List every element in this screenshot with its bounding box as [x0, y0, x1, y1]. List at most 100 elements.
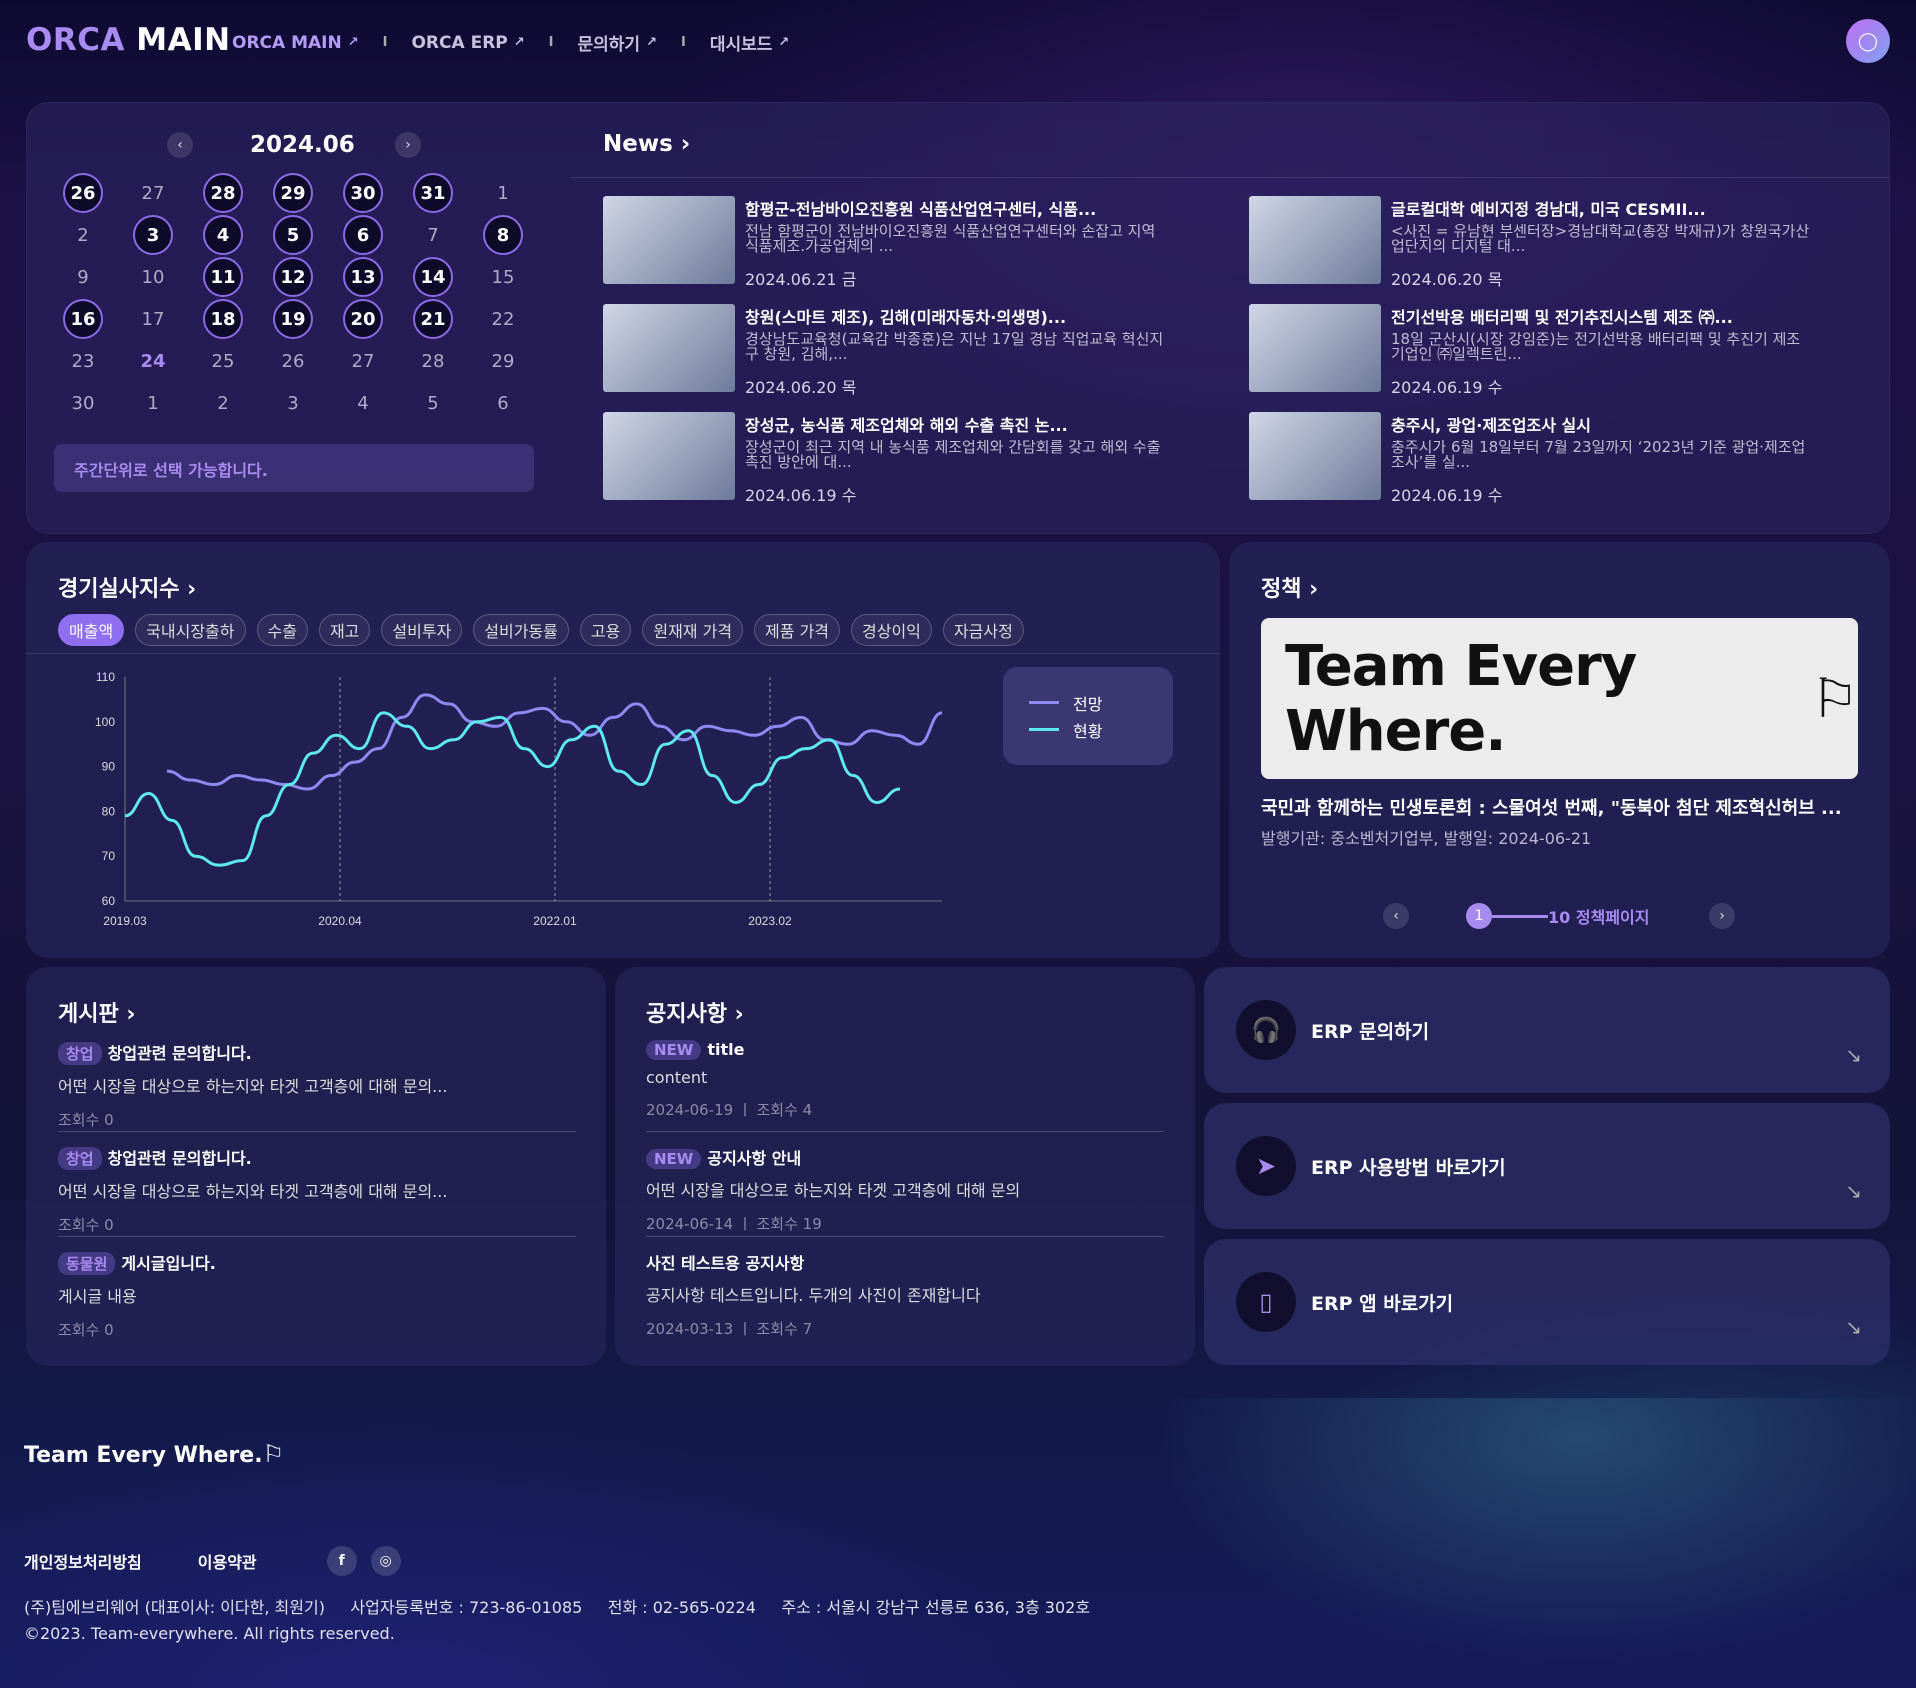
calendar-day[interactable]: 9 [48, 256, 118, 298]
calendar-day[interactable]: 2 [188, 382, 258, 424]
headphones-icon: 🎧 [1236, 1000, 1296, 1060]
calendar-day[interactable]: 22 [468, 298, 538, 340]
notice-post[interactable]: 사진 테스트용 공지사항 공지사항 테스트입니다. 두개의 사진이 존재합니다 20… [646, 1250, 1166, 1339]
policy-title[interactable]: 정책 › [1261, 571, 1318, 603]
calendar-day[interactable]: 5 [398, 382, 468, 424]
nav-separator: I [548, 35, 554, 50]
facebook-icon[interactable]: f [326, 1546, 357, 1576]
calendar-day[interactable]: 28 [188, 172, 258, 214]
economy-tab[interactable]: 제품 가격 [754, 614, 841, 646]
news-item[interactable]: 장성군, 농식품 제조업체와 해외 수출 촉진 논... 장성군이 최근 지역 내… [603, 412, 1163, 506]
notice-title[interactable]: 공지사항 › [646, 996, 744, 1028]
board-post[interactable]: 창업 창업관련 문의합니다. 어떤 시장을 대상으로 하는지와 타겟 고객층에 대해… [58, 1145, 578, 1235]
calendar-day[interactable]: 27 [118, 172, 188, 214]
calendar-prev-button[interactable]: ‹ [167, 132, 193, 158]
policy-image[interactable]: Team Every Where. ⚐ [1261, 618, 1859, 779]
news-item[interactable]: 충주시, 광업·제조업조사 실시 충주시가 6월 18일부터 7월 23일까지 ‘… [1249, 412, 1809, 506]
terms-link[interactable]: 이용약관 [198, 1549, 257, 1573]
calendar-day[interactable]: 21 [398, 298, 468, 340]
calendar-day[interactable]: 8 [468, 214, 538, 256]
calendar-day[interactable]: 1 [468, 172, 538, 214]
nav-dashboard[interactable]: 대시보드 ↗ [710, 30, 789, 55]
nav-inquiry[interactable]: 문의하기 ↗ [578, 30, 657, 55]
external-arrow-icon: ↗ [646, 35, 657, 50]
calendar-day[interactable]: 10 [118, 256, 188, 298]
calendar-day[interactable]: 6 [328, 214, 398, 256]
news-thumbnail [1249, 304, 1381, 392]
erp-app-button[interactable]: ▯ ERP 앱 바로가기 ↘ [1204, 1239, 1890, 1365]
news-item[interactable]: 함평군-전남바이오진흥원 식품산업연구센터, 식품... 전남 함평군이 전남바이… [603, 196, 1163, 290]
footer-company-info: (주)팀에브리웨어 (대표이사: 이다한, 최원기) 사업자등록번호 : 723… [24, 1598, 1091, 1643]
calendar-day[interactable]: 31 [398, 172, 468, 214]
calendar-day[interactable]: 29 [258, 172, 328, 214]
instagram-icon[interactable]: ◎ [370, 1546, 401, 1576]
calendar-day[interactable]: 25 [188, 340, 258, 382]
news-item[interactable]: 전기선박용 배터리팩 및 전기추진시스템 제조 ㈜... 18일 군산시(시장 강… [1249, 304, 1809, 398]
app-logo[interactable]: ORCA MAIN [26, 22, 231, 58]
calendar-day[interactable]: 17 [118, 298, 188, 340]
calendar-day[interactable]: 24 [118, 340, 188, 382]
post-tag-badge: 창업 [58, 1042, 102, 1065]
nav-orca-main[interactable]: ORCA MAIN ↗ [232, 33, 359, 53]
calendar-day[interactable]: 1 [118, 382, 188, 424]
economy-tab[interactable]: 재고 [318, 614, 371, 646]
calendar-day[interactable]: 20 [328, 298, 398, 340]
calendar-day[interactable]: 26 [258, 340, 328, 382]
calendar-day[interactable]: 13 [328, 256, 398, 298]
economy-tab[interactable]: 매출액 [58, 614, 125, 646]
calendar-day[interactable]: 3 [118, 214, 188, 256]
news-title[interactable]: News › [603, 131, 690, 157]
calendar-day[interactable]: 30 [48, 382, 118, 424]
calendar-day[interactable]: 4 [188, 214, 258, 256]
calendar-day[interactable]: 19 [258, 298, 328, 340]
notice-post[interactable]: NEW title content 2024-06-19 ㅣ 조회수 4 [646, 1040, 1166, 1120]
x-tick-label: 2023.02 [748, 914, 792, 928]
economy-tabs: 매출액 국내시장출하 수출 재고 설비투자 설비가동률 고용 원재재 가격 제품 가격 경상이익 자… [58, 614, 1024, 646]
economy-tab[interactable]: 자금사정 [942, 614, 1024, 646]
erp-inquiry-button[interactable]: 🎧 ERP 문의하기 ↘ [1204, 967, 1890, 1093]
privacy-link[interactable]: 개인정보처리방침 [24, 1549, 142, 1573]
calendar-day[interactable]: 15 [468, 256, 538, 298]
erp-guide-button[interactable]: ➤ ERP 사용방법 바로가기 ↘ [1204, 1103, 1890, 1229]
calendar-day[interactable]: 5 [258, 214, 328, 256]
policy-prev-button[interactable]: ‹ [1383, 903, 1409, 929]
economy-tab[interactable]: 설비투자 [381, 614, 463, 646]
economy-tab[interactable]: 경상이익 [851, 614, 932, 646]
calendar-day[interactable]: 28 [398, 340, 468, 382]
news-thumbnail [1249, 196, 1381, 284]
notice-post[interactable]: NEW 공지사항 안내 어떤 시장을 대상으로 하는지와 타겟 고객층에 대해 문의… [646, 1145, 1166, 1234]
calendar-day[interactable]: 11 [188, 256, 258, 298]
calendar-day[interactable]: 12 [258, 256, 328, 298]
economy-tab[interactable]: 수출 [256, 614, 308, 646]
economy-tab[interactable]: 국내시장출하 [135, 614, 246, 646]
calendar-day[interactable]: 7 [398, 214, 468, 256]
calendar-day[interactable]: 18 [188, 298, 258, 340]
policy-item-title[interactable]: 국민과 함께하는 민생토론회 : 스물여섯 번째, "동북아 첨단 제조혁신허브… [1261, 794, 1861, 820]
calendar-day[interactable]: 23 [48, 340, 118, 382]
calendar-day[interactable]: 27 [328, 340, 398, 382]
board-title[interactable]: 게시판 › [58, 996, 135, 1028]
news-item[interactable]: 창원(스마트 제조), 김해(미래자동차·의생명)... 경상남도교육청(교육감 … [603, 304, 1163, 398]
calendar-day[interactable]: 14 [398, 256, 468, 298]
nav-orca-erp[interactable]: ORCA ERP ↗ [411, 33, 524, 53]
calendar-day[interactable]: 30 [328, 172, 398, 214]
news-item[interactable]: 글로컬대학 예비지정 경남대, 미국 CESMII... <사진 = 유남현 부센… [1249, 196, 1809, 290]
calendar-day[interactable]: 4 [328, 382, 398, 424]
economy-title[interactable]: 경기실사지수 › [58, 571, 196, 603]
calendar-day[interactable]: 6 [468, 382, 538, 424]
y-tick-label: 100 [95, 715, 115, 729]
calendar-day[interactable]: 26 [48, 172, 118, 214]
legend-item: 전망 [1029, 689, 1147, 716]
economy-tab[interactable]: 설비가동률 [473, 614, 569, 646]
policy-next-button[interactable]: › [1709, 903, 1735, 929]
board-post[interactable]: 창업 창업관련 문의합니다. 어떤 시장을 대상으로 하는지와 타겟 고객층에 대해… [58, 1040, 578, 1130]
calendar-day[interactable]: 29 [468, 340, 538, 382]
calendar-day[interactable]: 2 [48, 214, 118, 256]
calendar-next-button[interactable]: › [395, 132, 421, 158]
user-avatar[interactable]: ◯ [1846, 19, 1890, 63]
economy-tab[interactable]: 고용 [579, 614, 632, 646]
board-post[interactable]: 동물원 게시글입니다. 게시글 내용 조회수 0 [58, 1250, 578, 1340]
economy-tab[interactable]: 원재재 가격 [642, 614, 744, 646]
calendar-day[interactable]: 3 [258, 382, 328, 424]
calendar-day[interactable]: 16 [48, 298, 118, 340]
